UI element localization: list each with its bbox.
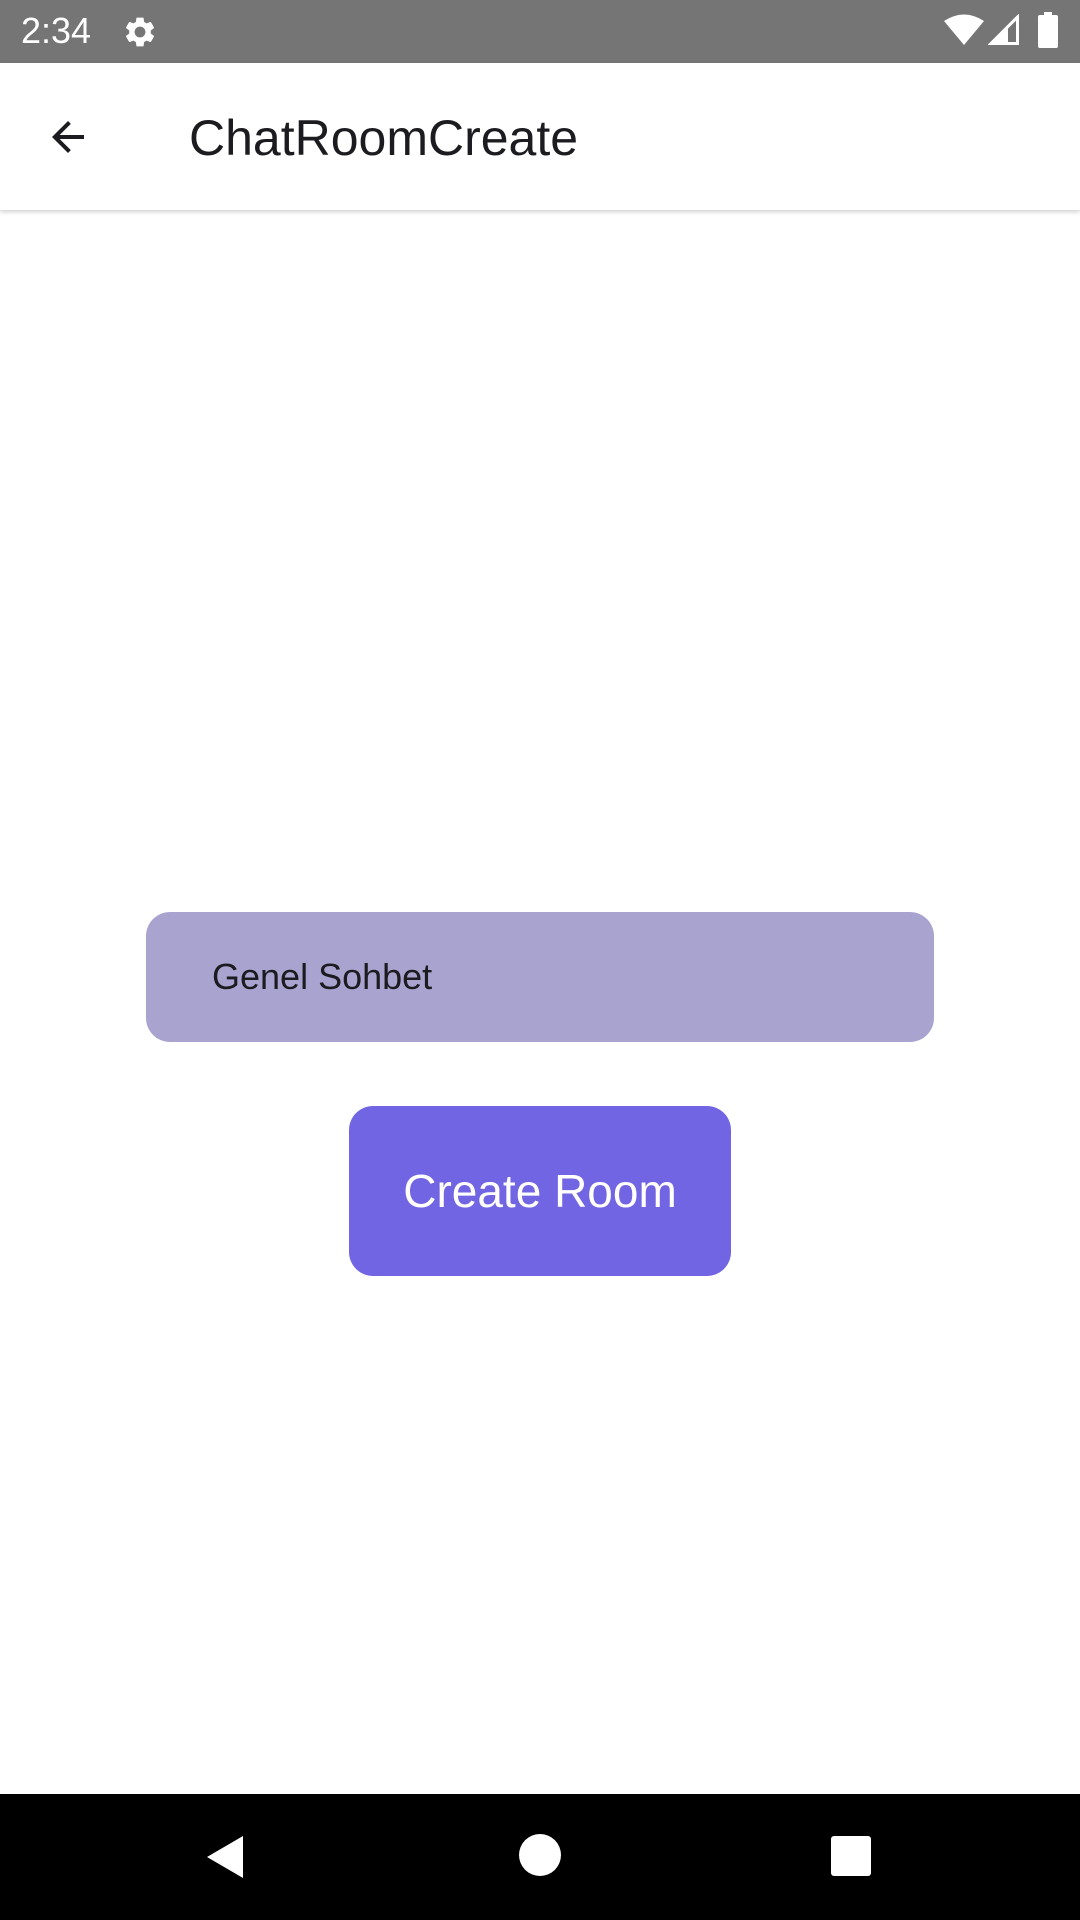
create-room-button[interactable]: Create Room [349,1106,731,1276]
battery-icon [1038,12,1058,48]
status-bar: 2:34 [0,0,1080,63]
nav-recents-icon[interactable] [831,1836,871,1876]
back-button[interactable] [28,105,108,169]
nav-home-icon[interactable] [519,1834,561,1876]
arrow-back-icon [52,121,84,153]
chat-room-create-screen: 2:34 ChatRoomCreate Create Room [0,0,1080,1920]
nav-back-icon[interactable] [203,1834,249,1880]
system-nav-bar [0,1794,1080,1920]
page-title: ChatRoomCreate [189,110,579,166]
cell-signal-icon [988,14,1019,45]
app-bar: ChatRoomCreate [0,63,1080,210]
status-time: 2:34 [21,10,92,51]
wifi-icon [944,14,984,45]
gear-icon [125,17,155,47]
room-name-input[interactable] [146,912,934,1042]
